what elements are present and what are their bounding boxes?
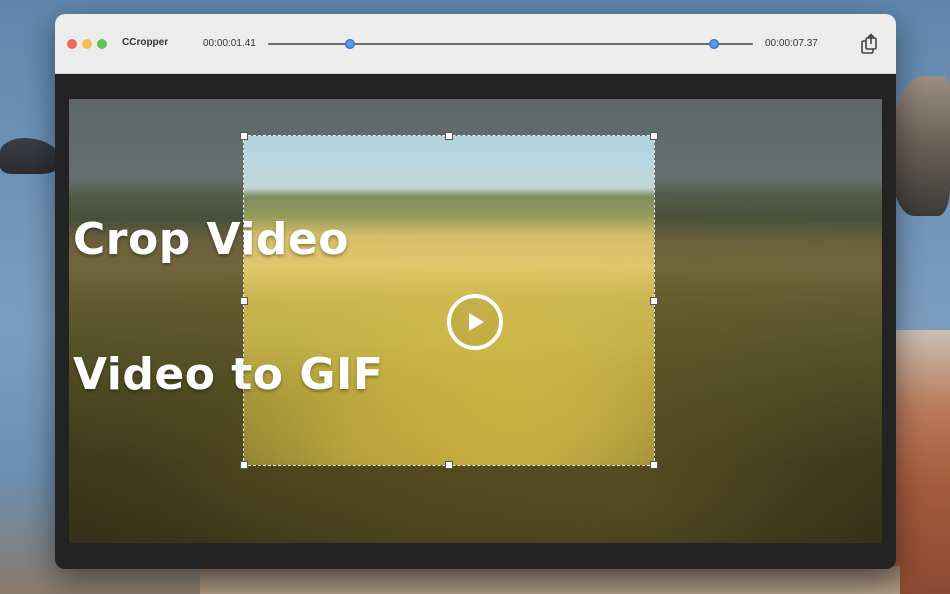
maximize-window-button[interactable] [97, 39, 107, 49]
trim-end-time: 00:00:07.37 [765, 38, 818, 49]
video-preview[interactable]: Crop Video Video to GIF [69, 99, 882, 543]
crop-handle-top-left[interactable] [240, 132, 248, 140]
close-window-button[interactable] [67, 39, 77, 49]
app-window: CCropper 00:00:01.41 00:00:07.37 Crop Vi… [55, 14, 896, 569]
promo-text-crop-video: Crop Video [73, 214, 349, 265]
share-icon [861, 33, 877, 54]
trim-start-handle[interactable] [345, 39, 356, 49]
trim-start-time: 00:00:01.41 [203, 38, 256, 49]
desktop-cliff-bottom [200, 566, 900, 594]
desktop-cliff-right [890, 330, 950, 594]
play-icon [469, 313, 484, 331]
crop-handle-bottom-center[interactable] [445, 461, 453, 469]
app-title: CCropper [122, 37, 169, 48]
crop-handle-bottom-left[interactable] [240, 461, 248, 469]
crop-handle-top-right[interactable] [650, 132, 658, 140]
crop-selection[interactable] [243, 135, 655, 466]
crop-handle-top-center[interactable] [445, 132, 453, 140]
promo-text-video-to-gif: Video to GIF [73, 349, 384, 400]
crop-handle-bottom-right[interactable] [650, 461, 658, 469]
desktop-rock-left [0, 138, 60, 174]
trim-end-handle[interactable] [709, 39, 720, 49]
minimize-window-button[interactable] [82, 39, 92, 49]
crop-handle-middle-left[interactable] [240, 297, 248, 305]
crop-selection-preview [244, 136, 654, 465]
share-button[interactable] [858, 33, 880, 55]
trim-timeline[interactable] [268, 39, 753, 49]
desktop-rock-right [890, 76, 950, 216]
title-bar: CCropper 00:00:01.41 00:00:07.37 [55, 14, 896, 74]
play-button[interactable] [447, 294, 503, 350]
crop-handle-middle-right[interactable] [650, 297, 658, 305]
